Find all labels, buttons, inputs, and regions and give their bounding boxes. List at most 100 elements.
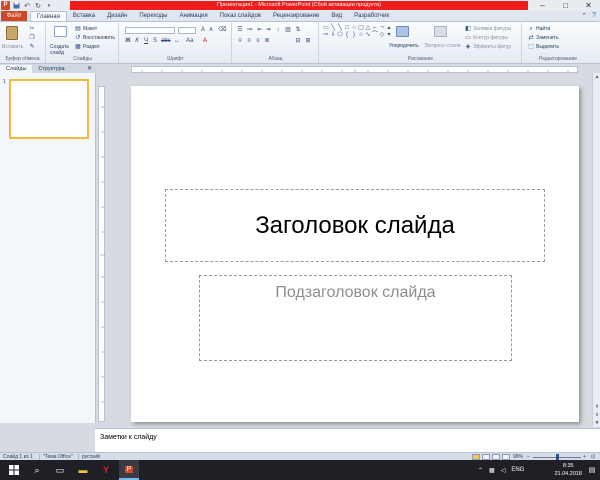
volume-icon[interactable]: ◁ xyxy=(501,467,506,474)
font-size-combo[interactable] xyxy=(178,27,196,34)
file-explorer-icon[interactable]: ▬ xyxy=(73,460,93,480)
arc-shape-icon[interactable]: ⌒ xyxy=(372,32,378,38)
undo-icon[interactable]: ↶ xyxy=(23,2,31,10)
browser-icon[interactable]: Y xyxy=(96,460,116,480)
tab-home[interactable]: Главная xyxy=(30,11,67,21)
tab-view[interactable]: Вид xyxy=(325,11,348,21)
tab-design[interactable]: Дизайн xyxy=(101,11,133,21)
align-right-icon[interactable]: ≡ xyxy=(255,38,261,44)
grow-font-icon[interactable]: A xyxy=(200,27,206,33)
scroll-up-arrow-icon[interactable]: ▲ xyxy=(593,73,600,81)
pentagon-shape-icon[interactable]: ⬠ xyxy=(337,32,343,38)
system-clock[interactable]: 8:35 21.04.2018 xyxy=(554,462,582,478)
connector-shape-icon[interactable]: ⌐ xyxy=(372,25,378,31)
star-shape-icon[interactable]: ☆ xyxy=(358,32,364,38)
smartart-icon[interactable]: ⊞ xyxy=(305,38,311,44)
arrow-down-shape-icon[interactable]: ⇩ xyxy=(330,32,336,38)
brace-shape-icon[interactable]: } xyxy=(351,32,357,38)
new-slide-button[interactable]: Создать слайд xyxy=(50,44,72,56)
slide-canvas[interactable]: Заголовок слайда Подзаголовок слайда xyxy=(131,86,579,422)
triangle-shape-icon[interactable]: △ xyxy=(365,25,371,31)
connector-shape-icon[interactable]: ¬ xyxy=(379,25,385,31)
title-placeholder[interactable]: Заголовок слайда xyxy=(165,189,545,262)
shape-outline-button[interactable]: Контур фигуры xyxy=(473,35,508,41)
select-button[interactable]: Выделить xyxy=(536,44,559,50)
task-view-icon[interactable]: ▭ xyxy=(50,460,70,480)
scroll-down-arrow-icon[interactable]: ▼ xyxy=(593,419,600,427)
curve-shape-icon[interactable]: ∿ xyxy=(365,32,371,38)
arrange-icon[interactable] xyxy=(396,26,409,37)
tab-outline[interactable]: Структура xyxy=(32,65,70,73)
powerpoint-app-icon[interactable]: P xyxy=(1,1,10,10)
justify-icon[interactable]: ≣ xyxy=(264,38,270,44)
tab-review[interactable]: Рецензирование xyxy=(267,11,325,21)
bullets-icon[interactable]: ☰ xyxy=(237,27,243,33)
section-button[interactable]: Раздел xyxy=(83,44,100,50)
next-slide-icon[interactable]: ⇟ xyxy=(593,411,600,419)
vertical-scrollbar[interactable]: ▲ ⇞ ⇟ ▼ xyxy=(592,73,600,427)
scroll-up-icon[interactable]: ▴ xyxy=(386,25,392,31)
shadow-icon[interactable]: S xyxy=(152,38,158,44)
find-button[interactable]: Найти xyxy=(536,26,550,32)
line-shape-icon[interactable]: ╲ xyxy=(337,25,343,31)
close-pane-icon[interactable]: ✕ xyxy=(87,65,92,73)
decrease-indent-icon[interactable]: ⇤ xyxy=(257,27,263,33)
quick-styles-icon[interactable] xyxy=(434,26,447,37)
quick-styles-button[interactable]: Экспресс-стили xyxy=(424,43,461,49)
align-left-icon[interactable]: ≡ xyxy=(237,38,243,44)
arrange-button[interactable]: Упорядочить xyxy=(389,43,419,49)
line-spacing-icon[interactable]: ↕ xyxy=(275,27,281,33)
numbering-icon[interactable]: ≔ xyxy=(247,27,253,33)
oval-shape-icon[interactable]: ○ xyxy=(351,25,357,31)
bold-icon[interactable]: Ж xyxy=(125,38,131,44)
line-shape-icon[interactable]: ╲ xyxy=(330,25,336,31)
maximize-button[interactable]: □ xyxy=(554,0,577,11)
underline-icon[interactable]: Ч xyxy=(143,38,149,44)
increase-indent-icon[interactable]: ⇥ xyxy=(265,27,271,33)
rectangle-shape-icon[interactable]: □ xyxy=(344,25,350,31)
tab-slides[interactable]: Слайды xyxy=(0,65,33,73)
text-direction-icon[interactable]: ⇅ xyxy=(295,27,301,33)
clear-formatting-icon[interactable]: ⌫ xyxy=(218,27,226,33)
save-icon[interactable] xyxy=(12,2,20,10)
tab-slide-show[interactable]: Показ слайдов xyxy=(214,11,267,21)
subtitle-placeholder[interactable]: Подзаголовок слайда xyxy=(199,275,512,361)
minimize-button[interactable]: – xyxy=(531,0,554,11)
shape-effects-button[interactable]: Эффекты фигур xyxy=(473,44,511,50)
copy-icon[interactable]: ❐ xyxy=(29,35,35,41)
callout-shape-icon[interactable]: ◇ xyxy=(379,32,385,38)
strikethrough-icon[interactable]: abc xyxy=(161,38,171,44)
format-painter-icon[interactable]: ✎ xyxy=(29,44,35,50)
notes-pane[interactable]: Заметки к слайду xyxy=(95,428,600,452)
rounded-rect-shape-icon[interactable]: ▢ xyxy=(358,25,364,31)
network-icon[interactable]: ▦ xyxy=(489,467,495,474)
close-button[interactable]: ✕ xyxy=(577,0,600,11)
italic-icon[interactable]: К xyxy=(134,38,140,44)
tab-transitions[interactable]: Переходы xyxy=(133,11,173,21)
input-language[interactable]: ENG xyxy=(511,467,524,473)
brace-shape-icon[interactable]: { xyxy=(344,32,350,38)
more-shapes-icon[interactable]: ▾ xyxy=(386,32,392,38)
tab-file[interactable]: Файл xyxy=(1,11,27,21)
paste-icon[interactable] xyxy=(6,26,18,40)
slide-thumbnail[interactable] xyxy=(9,79,89,139)
previous-slide-icon[interactable]: ⇞ xyxy=(593,403,600,411)
shape-fill-button[interactable]: Заливка фигуры xyxy=(473,26,511,32)
textbox-shape-icon[interactable]: ▭ xyxy=(323,25,329,31)
notifications-icon[interactable]: ▤ xyxy=(585,460,599,480)
minimize-ribbon-icon[interactable]: ⌃ xyxy=(581,12,587,20)
search-icon[interactable]: ⌕ xyxy=(27,460,47,480)
help-icon[interactable]: ? xyxy=(592,12,596,20)
align-text-icon[interactable]: ⊟ xyxy=(295,38,301,44)
font-color-icon[interactable]: A xyxy=(202,38,208,44)
tray-expand-icon[interactable]: ⌃ xyxy=(478,467,483,474)
replace-button[interactable]: Заменить xyxy=(536,35,558,41)
change-case-icon[interactable]: Aa xyxy=(186,38,193,44)
start-button[interactable] xyxy=(4,460,24,480)
tab-developer[interactable]: Разработчик xyxy=(348,11,395,21)
columns-icon[interactable]: ▥ xyxy=(285,27,291,33)
font-family-combo[interactable] xyxy=(125,27,175,34)
char-spacing-icon[interactable]: ↔ xyxy=(174,38,180,44)
layout-button[interactable]: Макет xyxy=(83,26,97,32)
shrink-font-icon[interactable]: A xyxy=(208,27,214,33)
